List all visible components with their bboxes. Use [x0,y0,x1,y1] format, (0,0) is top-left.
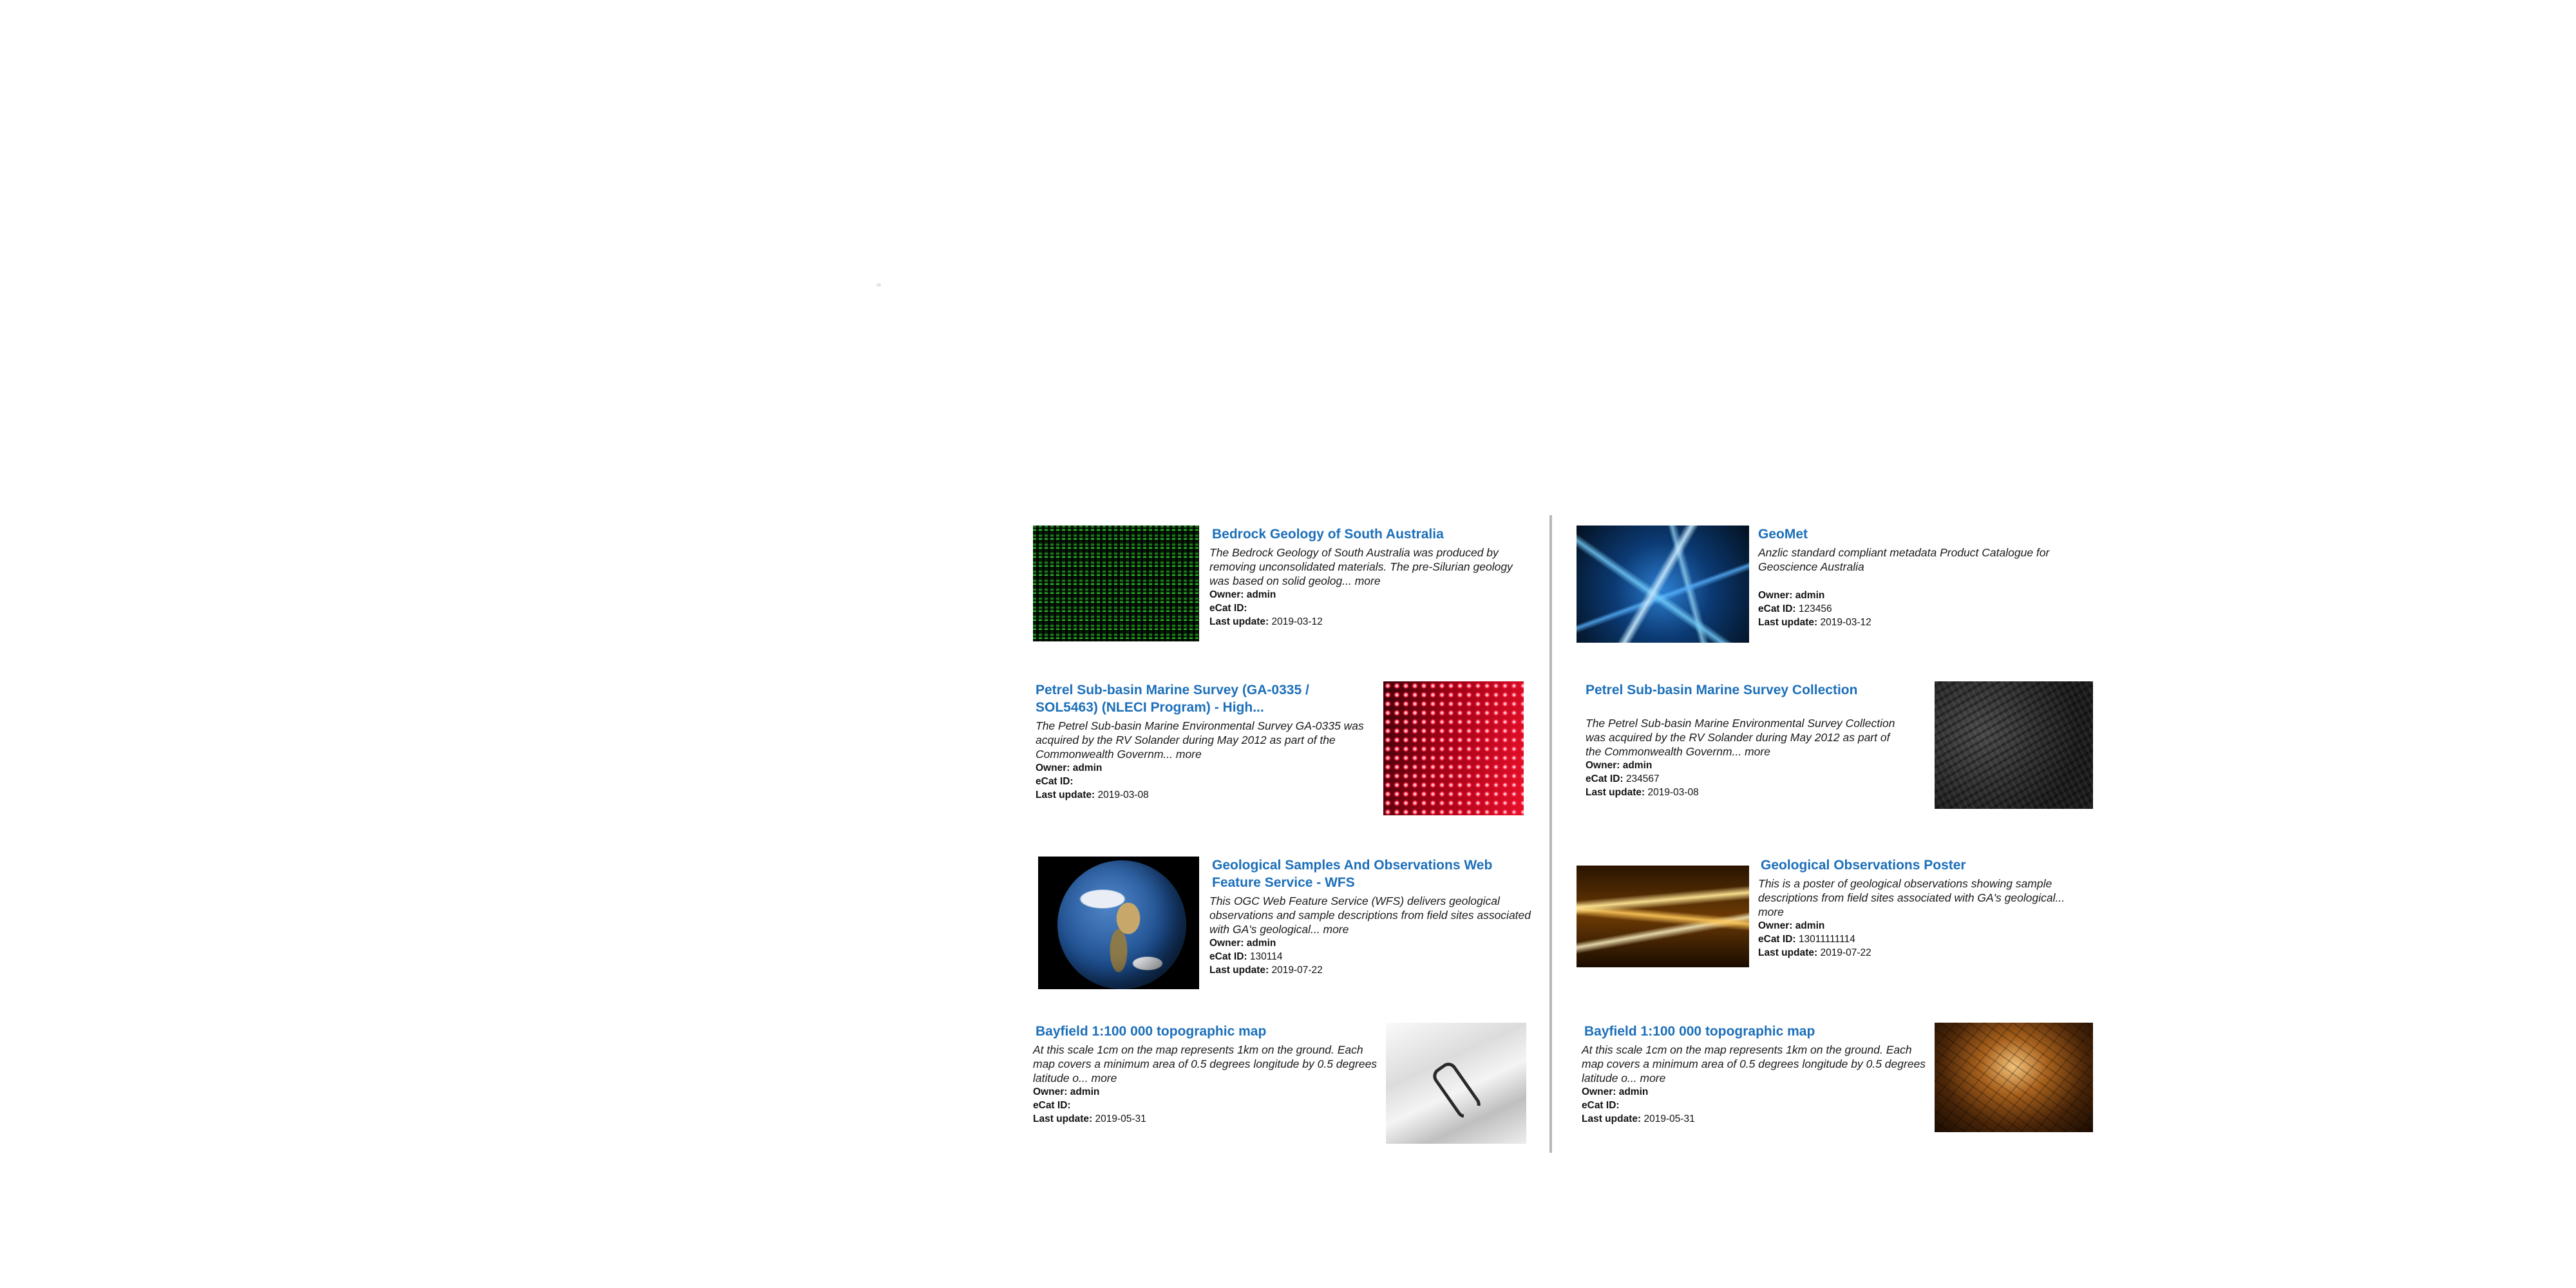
result-card: Bedrock Geology of South Australia The B… [1033,526,1535,667]
results-page: Bedrock Geology of South Australia The B… [0,0,2576,1288]
result-card: Bayfield 1:100 000 topographic map At th… [1582,1023,2103,1164]
result-thumbnail-image[interactable] [1577,526,1749,643]
result-thumbnail-image[interactable] [1033,526,1199,641]
column-divider [1549,515,1552,1153]
more-link[interactable]: more [1092,1072,1117,1084]
result-last-update: Last update: 2019-03-12 [1758,617,1871,628]
result-card: Geological Observations Poster This is a… [1577,857,2105,998]
result-ecat-id: eCat ID: 130114 [1209,951,1283,962]
result-card: Petrel Sub-basin Marine Survey (GA-0335 … [1036,681,1538,823]
result-description: This OGC Web Feature Service (WFS) deliv… [1209,895,1531,936]
result-description: The Petrel Sub-basin Marine Environmenta… [1036,719,1364,761]
result-owner: Owner: admin [1209,589,1276,600]
result-title-link[interactable]: Bayfield 1:100 000 topographic map [1582,1023,1929,1040]
result-title-link[interactable]: Bayfield 1:100 000 topographic map [1033,1023,1381,1040]
result-last-update: Last update: 2019-07-22 [1758,947,1871,958]
result-description: Anzlic standard compliant metadata Produ… [1758,546,2050,573]
result-thumbnail-image[interactable] [1383,681,1524,815]
result-owner: Owner: admin [1758,920,1825,931]
result-card: Petrel Sub-basin Marine Survey Collectio… [1586,681,2101,823]
result-title-link[interactable]: Geological Observations Poster [1758,857,2080,874]
result-card: Bayfield 1:100 000 topographic map At th… [1033,1023,1535,1164]
more-link[interactable]: more [1640,1072,1666,1084]
result-description: The Bedrock Geology of South Australia w… [1209,546,1513,587]
result-last-update: Last update: 2019-03-08 [1586,787,1699,798]
result-title-link[interactable]: GeoMet [1758,526,2080,543]
result-ecat-id: eCat ID: [1209,603,1247,614]
result-owner: Owner: admin [1036,762,1103,773]
stray-dot [876,283,881,287]
result-owner: Owner: admin [1209,938,1276,949]
result-ecat-id: eCat ID: 234567 [1586,773,1660,784]
rock-texture-overlay [1935,1023,2093,1132]
result-title-link[interactable]: Bedrock Geology of South Australia [1209,526,1531,543]
result-thumbnail-image[interactable] [1038,857,1199,989]
more-link[interactable]: more [1176,748,1202,761]
result-description: At this scale 1cm on the map represents … [1582,1043,1926,1084]
result-owner: Owner: admin [1582,1086,1649,1097]
result-title-link[interactable]: Petrel Sub-basin Marine Survey Collectio… [1586,681,1908,699]
result-title-link[interactable]: Petrel Sub-basin Marine Survey (GA-0335 … [1036,681,1370,716]
result-thumbnail-image[interactable] [1577,866,1749,967]
more-link[interactable]: more [1355,574,1381,587]
result-last-update: Last update: 2019-05-31 [1033,1113,1146,1124]
result-ecat-id: eCat ID: [1036,776,1074,787]
more-link[interactable]: more [1323,923,1349,936]
more-link[interactable]: more [1745,745,1770,758]
paper-clip-icon [1429,1059,1484,1122]
result-description: At this scale 1cm on the map represents … [1033,1043,1378,1084]
result-thumbnail-image[interactable] [1386,1023,1526,1144]
result-thumbnail-image[interactable] [1935,681,2093,809]
result-thumbnail-image[interactable] [1935,1023,2093,1132]
result-description: The Petrel Sub-basin Marine Environmenta… [1586,717,1895,758]
result-owner: Owner: admin [1758,590,1825,601]
result-description: This is a poster of geological observati… [1758,877,2065,918]
result-last-update: Last update: 2019-03-12 [1209,616,1323,627]
result-card: Geological Samples And Observations Web … [1038,857,1540,998]
result-card: GeoMet Anzlic standard compliant metadat… [1577,526,2105,667]
result-ecat-id: eCat ID: [1033,1100,1071,1111]
more-link[interactable]: more [1758,905,1784,918]
result-last-update: Last update: 2019-05-31 [1582,1113,1695,1124]
result-last-update: Last update: 2019-03-08 [1036,790,1149,800]
result-ecat-id: eCat ID: 13011111114 [1758,934,1855,945]
result-owner: Owner: admin [1586,760,1653,771]
result-last-update: Last update: 2019-07-22 [1209,965,1323,976]
result-ecat-id: eCat ID: [1582,1100,1620,1111]
earth-globe-icon [1057,860,1186,989]
result-title-link[interactable]: Geological Samples And Observations Web … [1209,857,1531,891]
result-owner: Owner: admin [1033,1086,1100,1097]
result-ecat-id: eCat ID: 123456 [1758,603,1832,614]
